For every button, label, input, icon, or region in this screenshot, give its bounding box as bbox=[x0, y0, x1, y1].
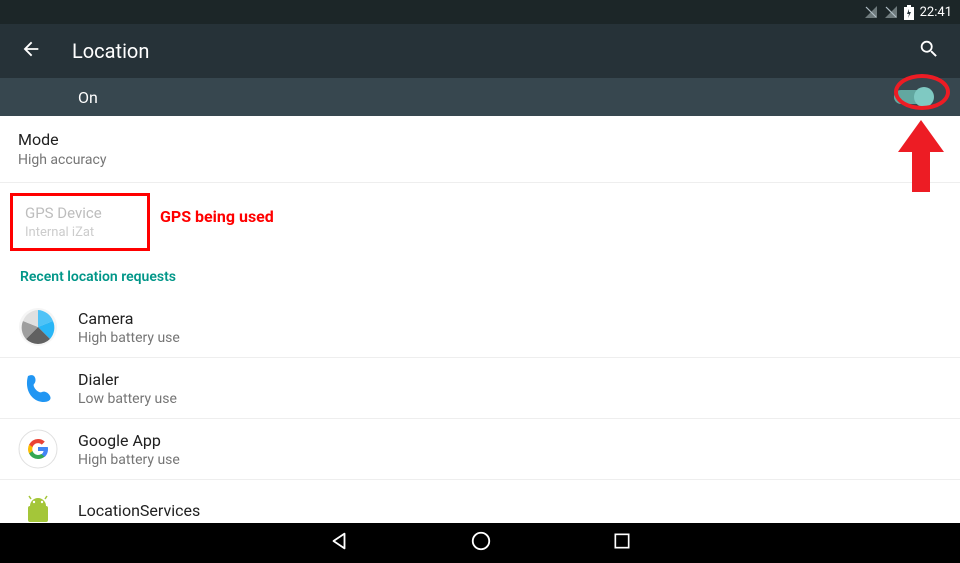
app-row-google[interactable]: Google App High battery use bbox=[0, 419, 960, 480]
app-row-dialer[interactable]: Dialer Low battery use bbox=[0, 358, 960, 419]
back-icon[interactable] bbox=[20, 38, 42, 64]
gps-device-item[interactable]: GPS Device Internal iZat bbox=[10, 193, 150, 251]
recent-requests-header: Recent location requests bbox=[0, 265, 960, 297]
signal-icon-2 bbox=[884, 5, 898, 19]
app-name: Google App bbox=[78, 431, 180, 450]
status-time: 22:41 bbox=[920, 5, 952, 20]
mode-title: Mode bbox=[18, 130, 942, 149]
app-bar: Location bbox=[0, 24, 960, 78]
app-name: Camera bbox=[78, 309, 180, 328]
location-switch[interactable] bbox=[894, 90, 930, 104]
annotation-gps: GPS being used bbox=[160, 207, 274, 226]
nav-home-icon[interactable] bbox=[470, 530, 492, 556]
app-usage: High battery use bbox=[78, 452, 180, 468]
app-usage: Low battery use bbox=[78, 391, 177, 407]
signal-icon bbox=[864, 5, 878, 19]
app-usage: High battery use bbox=[78, 330, 180, 346]
dialer-icon bbox=[18, 368, 58, 408]
nav-back-icon[interactable] bbox=[328, 530, 350, 556]
app-name: LocationServices bbox=[78, 501, 200, 520]
location-toggle-row[interactable]: On bbox=[0, 78, 960, 116]
app-name: Dialer bbox=[78, 370, 177, 389]
toggle-label: On bbox=[78, 88, 894, 107]
google-icon bbox=[18, 429, 58, 469]
camera-icon bbox=[18, 307, 58, 347]
mode-item[interactable]: Mode High accuracy bbox=[0, 116, 960, 183]
mode-subtitle: High accuracy bbox=[18, 152, 942, 168]
search-icon[interactable] bbox=[918, 38, 940, 64]
app-row-camera[interactable]: Camera High battery use bbox=[0, 297, 960, 358]
gps-title: GPS Device bbox=[25, 204, 135, 222]
page-title: Location bbox=[72, 39, 888, 63]
nav-bar bbox=[0, 523, 960, 563]
gps-subtitle: Internal iZat bbox=[25, 225, 135, 240]
status-bar: 22:41 bbox=[0, 0, 960, 24]
battery-charging-icon bbox=[904, 5, 914, 20]
nav-overview-icon[interactable] bbox=[612, 531, 632, 555]
